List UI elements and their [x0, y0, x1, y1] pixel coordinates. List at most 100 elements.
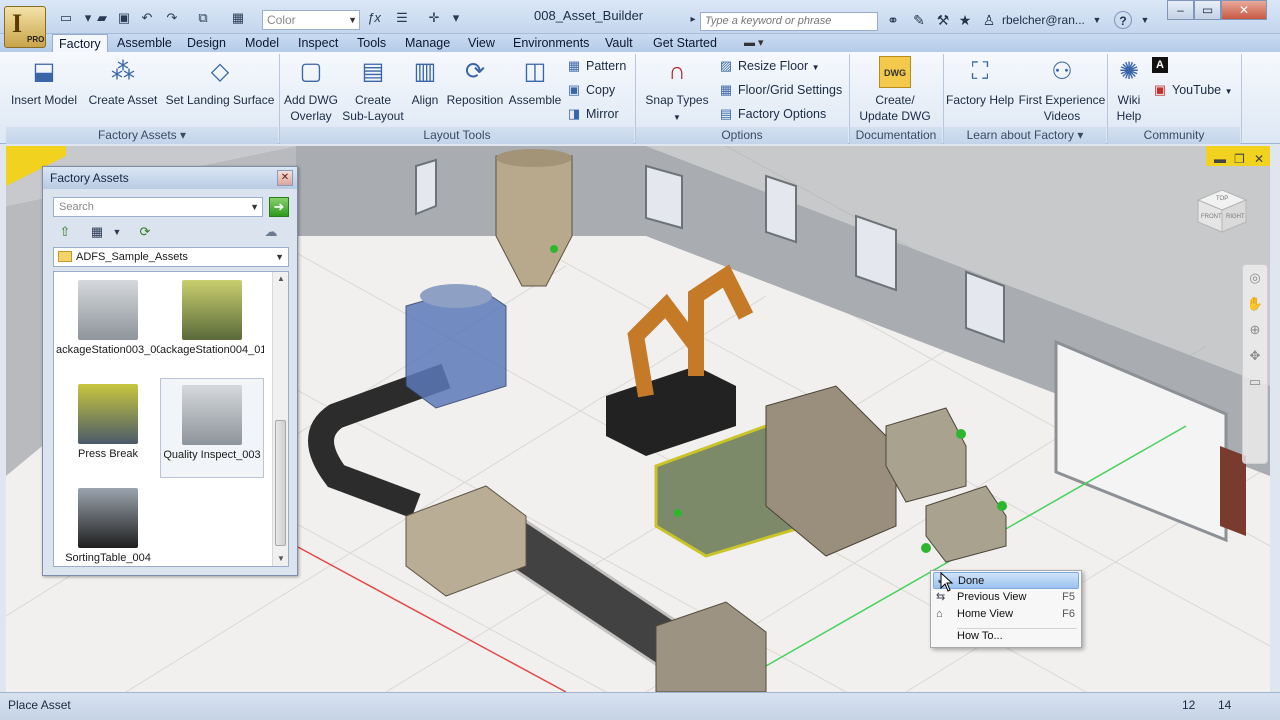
user-dropdown-icon[interactable]: ▼ — [1088, 11, 1106, 29]
viewport-restore-icon[interactable]: ❐ — [1234, 152, 1245, 166]
asset-item-selected[interactable]: Quality Inspect_003 — [160, 378, 264, 478]
assemble-button[interactable]: ◫ Assemble — [506, 56, 564, 108]
tab-manage[interactable]: Manage — [399, 34, 456, 52]
viewport-close-icon[interactable]: ✕ — [1254, 152, 1264, 166]
zoom-icon[interactable]: ⊕ — [1243, 317, 1267, 343]
redo-icon[interactable]: ↷ — [162, 9, 182, 27]
refresh-icon[interactable]: ⟳ — [135, 223, 155, 241]
scrollbar-thumb[interactable] — [275, 420, 286, 546]
asset-item[interactable]: SortingTable_004 — [56, 482, 160, 566]
floor-grid-settings-button[interactable]: ▦ Floor/Grid Settings — [718, 81, 842, 99]
open-folder-icon[interactable]: ▰ — [92, 9, 112, 27]
menu-item-previous-view[interactable]: ⇆ Previous View F5 — [933, 589, 1079, 606]
mirror-button[interactable]: ◨ Mirror — [566, 105, 619, 123]
view-options-icon[interactable]: ▦ — [87, 223, 107, 241]
formula-icon[interactable]: ƒx — [364, 9, 384, 27]
create-asset-button[interactable]: ⁂ Create Asset — [86, 56, 160, 108]
pattern-button[interactable]: ▦ Pattern — [566, 57, 626, 75]
viewcube[interactable]: TOP FRONT RIGHT — [1196, 188, 1248, 234]
align-button[interactable]: ▥ Align — [406, 56, 444, 108]
undo-icon[interactable]: ↶ — [137, 9, 157, 27]
copy-button[interactable]: ▣ Copy — [566, 81, 615, 99]
menu-item-done[interactable]: ✔ Done — [933, 572, 1079, 589]
help-search-input[interactable]: Type a keyword or phrase — [700, 12, 878, 31]
line-weight-icon[interactable]: ☰ — [392, 9, 412, 27]
reposition-button[interactable]: ⟳ Reposition — [446, 56, 504, 108]
viewcube-front-label: FRONT — [1201, 214, 1222, 220]
tab-tools[interactable]: Tools — [351, 34, 392, 52]
tab-view[interactable]: View — [462, 34, 501, 52]
tab-get-started[interactable]: Get Started — [647, 34, 723, 52]
youtube-button[interactable]: ▣ YouTube ▼ — [1152, 81, 1233, 99]
ribbon-display-options-icon[interactable]: ▬ ▾ — [744, 36, 764, 49]
help-dropdown-icon[interactable]: ▼ — [1136, 11, 1154, 29]
mirror-icon: ◨ — [567, 106, 581, 121]
view-options-dropdown-icon[interactable]: ▼ — [107, 223, 127, 241]
videos-icon: ⚇ — [1051, 58, 1073, 85]
measure-icon[interactable]: ✛ — [424, 9, 444, 27]
orbit-icon[interactable]: ✥ — [1243, 343, 1267, 369]
asset-item[interactable]: ackageStation004_01 — [160, 274, 264, 374]
panel-title-learn-about-factory[interactable]: Learn about Factory ▾ — [944, 127, 1106, 144]
steering-wheel-icon[interactable]: ◎ — [1243, 265, 1267, 291]
asset-item[interactable]: ackageStation003_00 — [56, 274, 160, 374]
minimize-button[interactable]: – — [1167, 0, 1194, 20]
customize-qat-icon[interactable]: ▾ — [446, 9, 466, 27]
create-sub-layout-button[interactable]: ▤ Create Sub-Layout — [342, 56, 404, 124]
tab-assemble[interactable]: Assemble — [111, 34, 178, 52]
pan-hand-icon[interactable]: ✋ — [1243, 291, 1267, 317]
factory-help-button[interactable]: ⛶ Factory Help — [944, 56, 1016, 108]
scroll-down-icon[interactable]: ▼ — [273, 552, 288, 566]
new-file-icon[interactable]: ▭ — [56, 9, 76, 27]
communication-center-icon[interactable]: ⚒ — [934, 11, 952, 29]
tab-factory[interactable]: Factory — [52, 34, 108, 53]
add-dwg-overlay-button[interactable]: ▢ Add DWG Overlay — [280, 56, 342, 124]
color-style-combo[interactable]: Color ▼ — [262, 10, 360, 30]
asset-search-input[interactable]: Search ▼ — [53, 197, 263, 217]
maximize-button[interactable]: ▭ — [1194, 0, 1221, 20]
tab-model[interactable]: Model — [239, 34, 285, 52]
tab-environments[interactable]: Environments — [507, 34, 595, 52]
asset-item[interactable]: Press Break — [56, 378, 160, 478]
create-update-dwg-button[interactable]: DWG Create/ Update DWG — [856, 56, 934, 124]
signed-in-user[interactable]: rbelcher@ran... — [1002, 13, 1085, 27]
factory-help-label: Factory Help — [945, 93, 1015, 107]
asset-folder-select[interactable]: ADFS_Sample_Assets ▼ — [53, 247, 289, 267]
learn-panel-label: Learn about Factory — [966, 128, 1075, 142]
first-experience-videos-button[interactable]: ⚇ First Experience Videos — [1018, 56, 1106, 124]
user-icon[interactable]: ♙ — [980, 11, 998, 29]
tab-vault[interactable]: Vault — [599, 34, 639, 52]
select-filter-icon[interactable]: ▦ — [228, 9, 248, 27]
update-icon[interactable]: ⧉ — [193, 9, 213, 27]
autodesk-a-icon[interactable]: A — [1152, 57, 1168, 73]
panel-title-factory-assets[interactable]: Factory Assets ▾ — [6, 127, 278, 144]
tab-inspect[interactable]: Inspect — [292, 34, 344, 52]
subscription-icon[interactable]: ✎ — [910, 11, 928, 29]
palette-title[interactable]: Factory Assets — [43, 167, 297, 189]
sub-layout-icon: ▤ — [361, 58, 385, 85]
folder-up-icon[interactable]: ⇧ — [55, 223, 75, 241]
menu-item-home-view[interactable]: ⌂ Home View F6 — [933, 606, 1079, 623]
factory-options-button[interactable]: ▤ Factory Options — [718, 105, 826, 123]
set-landing-surface-button[interactable]: ◇ Set Landing Surface — [164, 56, 276, 108]
close-button[interactable]: ✕ — [1221, 0, 1267, 20]
wiki-help-button[interactable]: ✺ Wiki Help — [1110, 56, 1148, 124]
resize-floor-button[interactable]: ▨ Resize Floor ▼ — [718, 57, 820, 75]
binoculars-icon[interactable]: ⚭ — [884, 11, 902, 29]
tab-design[interactable]: Design — [181, 34, 232, 52]
save-icon[interactable]: ▣ — [114, 9, 134, 27]
viewport-minimize-icon[interactable]: ▬ — [1214, 152, 1226, 166]
favorites-star-icon[interactable]: ★ — [956, 11, 974, 29]
scroll-up-icon[interactable]: ▲ — [273, 272, 288, 286]
insert-model-button[interactable]: ⬓ Insert Model — [6, 56, 82, 108]
help-icon[interactable]: ? — [1114, 11, 1132, 29]
snap-types-button[interactable]: ∩ Snap Types ▼ — [642, 56, 712, 126]
navigation-bar: ◎ ✋ ⊕ ✥ ▭ — [1242, 264, 1268, 464]
palette-close-icon[interactable]: ✕ — [277, 170, 293, 186]
application-menu-button[interactable]: I PRO — [4, 6, 46, 48]
cloud-sync-icon[interactable]: ☁ — [261, 223, 281, 241]
search-go-icon[interactable]: ➜ — [269, 197, 289, 217]
menu-item-how-to[interactable]: How To... — [933, 628, 1079, 645]
asset-list-scrollbar[interactable]: ▲ ▼ — [272, 272, 288, 566]
look-at-icon[interactable]: ▭ — [1243, 369, 1267, 395]
